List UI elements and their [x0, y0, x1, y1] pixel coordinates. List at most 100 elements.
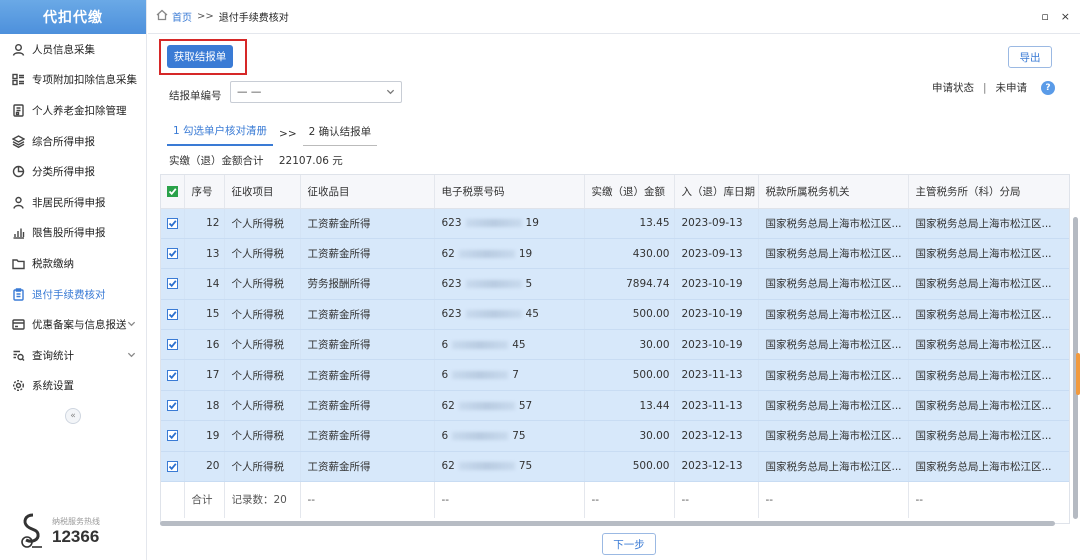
- sidebar-item-7[interactable]: 限售股所得申报: [0, 218, 146, 249]
- table-row[interactable]: 12 个人所得税 工资薪金所得 623 19 13.45 2023-09-13 国家税务总局上…: [161, 208, 1069, 239]
- table-row[interactable]: 19 个人所得税 工资薪金所得 6 75 30.00 2023-12-13 国家税务总局上海市…: [161, 420, 1069, 452]
- cell-tax-org: 国家税务总局上海市松江区...: [758, 451, 909, 483]
- ticket-suffix: 19: [518, 247, 533, 260]
- help-icon[interactable]: ?: [1041, 80, 1055, 95]
- close-tab-button[interactable]: ×: [1061, 10, 1070, 23]
- row-checkbox-cell[interactable]: [161, 238, 185, 270]
- export-button[interactable]: 导出: [1008, 46, 1052, 68]
- cell-sub-item: 工资薪金所得: [300, 359, 435, 391]
- summary-row: 合计 记录数：20 -- -- -- -- -- --: [161, 481, 1069, 518]
- sidebar-item-label: 分类所得申报: [32, 166, 95, 179]
- row-checkbox-cell[interactable]: [161, 268, 185, 300]
- row-checkbox-cell[interactable]: [161, 208, 185, 239]
- tab-step-2[interactable]: 2 确认结报单: [302, 122, 378, 146]
- restore-window-button[interactable]: ▫: [1041, 10, 1048, 23]
- cell-branch: 国家税务总局上海市松江区...: [908, 390, 1069, 422]
- horizontal-scrollbar-thumb[interactable]: [160, 521, 1055, 526]
- horizontal-scrollbar[interactable]: [160, 521, 1070, 527]
- sidebar-item-label: 限售股所得申报: [32, 227, 106, 240]
- header-date: 入（退）库日期: [674, 175, 759, 209]
- row-checkbox-cell[interactable]: [161, 359, 185, 391]
- summary-placeholder: --: [584, 481, 675, 518]
- sidebar-item-4[interactable]: 综合所得申报: [0, 126, 146, 157]
- sidebar-item-label: 退付手续费核对: [32, 288, 106, 301]
- table-row[interactable]: 20 个人所得税 工资薪金所得 62 75 500.00 2023-12-13 国家税务总局上…: [161, 451, 1069, 483]
- row-checkbox[interactable]: [166, 460, 178, 472]
- topbar: 首页 >> 退付手续费核对 ▫ ×: [148, 0, 1080, 34]
- user-icon: [11, 42, 25, 56]
- cell-tax-org: 国家税务总局上海市松江区...: [758, 208, 909, 239]
- sidebar-item-9[interactable]: 退付手续费核对: [0, 279, 146, 310]
- row-checkbox[interactable]: [166, 400, 178, 412]
- cell-seq: 20: [184, 451, 225, 483]
- sidebar-item-2[interactable]: 专项附加扣除信息采集: [0, 65, 146, 96]
- row-checkbox-cell[interactable]: [161, 420, 185, 452]
- breadcrumb-home[interactable]: 首页: [172, 9, 192, 24]
- ticket-prefix: 6: [441, 338, 449, 351]
- row-checkbox-cell[interactable]: [161, 299, 185, 331]
- row-checkbox[interactable]: [166, 308, 178, 320]
- header-branch: 主管税务所（科）分局: [908, 175, 1069, 209]
- home-icon[interactable]: [156, 9, 168, 24]
- masked-ticket-digits: [465, 219, 522, 228]
- masked-ticket-digits: [452, 340, 509, 349]
- breadcrumb-separator: >>: [197, 11, 214, 22]
- table-row[interactable]: 17 个人所得税 工资薪金所得 6 7 500.00 2023-11-13 国家税务总局上海市…: [161, 359, 1069, 391]
- sidebar-item-1[interactable]: 人员信息采集: [0, 34, 146, 65]
- apply-status-label: 申请状态: [931, 82, 974, 94]
- ticket-prefix: 623: [441, 277, 462, 290]
- header-ticket-no: 电子税票号码: [434, 175, 585, 209]
- table-row[interactable]: 13 个人所得税 工资薪金所得 62 19 430.00 2023-09-13 国家税务总局上…: [161, 238, 1069, 270]
- sidebar-item-12[interactable]: 系统设置: [0, 371, 146, 402]
- cell-amount: 7894.74: [584, 268, 675, 300]
- report-no-select[interactable]: — —: [230, 81, 402, 103]
- row-checkbox[interactable]: [166, 217, 178, 229]
- cell-amount: 500.00: [584, 359, 675, 391]
- cell-ticket-no: 623 5: [434, 268, 585, 300]
- header-tax-org: 税款所属税务机关: [758, 175, 909, 209]
- row-checkbox-cell[interactable]: [161, 329, 185, 361]
- ticket-suffix: 57: [518, 399, 533, 412]
- ticket-suffix: 7: [512, 369, 519, 382]
- sidebar-item-6[interactable]: 非居民所得申报: [0, 187, 146, 218]
- sidebar-item-label: 专项附加扣除信息采集: [32, 74, 137, 87]
- sidebar-item-8[interactable]: 税款缴纳: [0, 248, 146, 279]
- row-checkbox[interactable]: [166, 248, 178, 260]
- masked-ticket-digits: [458, 401, 515, 410]
- total-amount-value: 22107.06 元: [278, 155, 343, 167]
- table-row[interactable]: 16 个人所得税 工资薪金所得 6 45 30.00 2023-10-19 国家税务总局上海市…: [161, 329, 1069, 361]
- row-checkbox-cell[interactable]: [161, 390, 185, 422]
- select-all-checkbox-cell[interactable]: [161, 175, 185, 209]
- next-step-button[interactable]: 下一步: [602, 533, 656, 555]
- cell-item: 个人所得税: [224, 329, 301, 361]
- select-all-checkbox[interactable]: [166, 185, 178, 197]
- row-checkbox-cell[interactable]: [161, 451, 185, 483]
- fetch-report-button[interactable]: 获取结报单: [167, 45, 233, 68]
- cell-item: 个人所得税: [224, 451, 301, 483]
- sidebar-item-5[interactable]: 分类所得申报: [0, 156, 146, 187]
- cell-branch: 国家税务总局上海市松江区...: [908, 238, 1069, 270]
- sidebar-item-3[interactable]: 个人养老金扣除管理: [0, 95, 146, 126]
- ticket-suffix: 75: [518, 460, 533, 473]
- cell-branch: 国家税务总局上海市松江区...: [908, 268, 1069, 300]
- table-row[interactable]: 15 个人所得税 工资薪金所得 623 45 500.00 2023-10-19 国家税务总局…: [161, 299, 1069, 331]
- cell-date: 2023-11-13: [674, 390, 759, 422]
- ticket-prefix: 623: [441, 308, 462, 321]
- cell-tax-org: 国家税务总局上海市松江区...: [758, 299, 909, 331]
- cell-date: 2023-10-19: [674, 329, 759, 361]
- sidebar-collapse-button[interactable]: «: [65, 408, 81, 424]
- chevron-down-icon: [127, 319, 137, 329]
- row-checkbox[interactable]: [166, 430, 178, 442]
- row-checkbox[interactable]: [166, 278, 178, 290]
- query-icon: [11, 348, 25, 362]
- layers-icon: [11, 134, 25, 148]
- table-row[interactable]: 18 个人所得税 工资薪金所得 62 57 13.44 2023-11-13 国家税务总局上海…: [161, 390, 1069, 422]
- row-checkbox[interactable]: [166, 369, 178, 381]
- sidebar-item-label: 查询统计: [32, 349, 74, 362]
- row-checkbox[interactable]: [166, 339, 178, 351]
- sidebar-item-10[interactable]: 优惠备案与信息报送: [0, 309, 146, 340]
- tab-step-1[interactable]: 1 勾选单户核对清册: [167, 121, 274, 146]
- table-row[interactable]: 14 个人所得税 劳务报酬所得 623 5 7894.74 2023-10-19 国家税务总局…: [161, 268, 1069, 300]
- apply-status-value: 未申请: [995, 82, 1028, 94]
- sidebar-item-11[interactable]: 查询统计: [0, 340, 146, 371]
